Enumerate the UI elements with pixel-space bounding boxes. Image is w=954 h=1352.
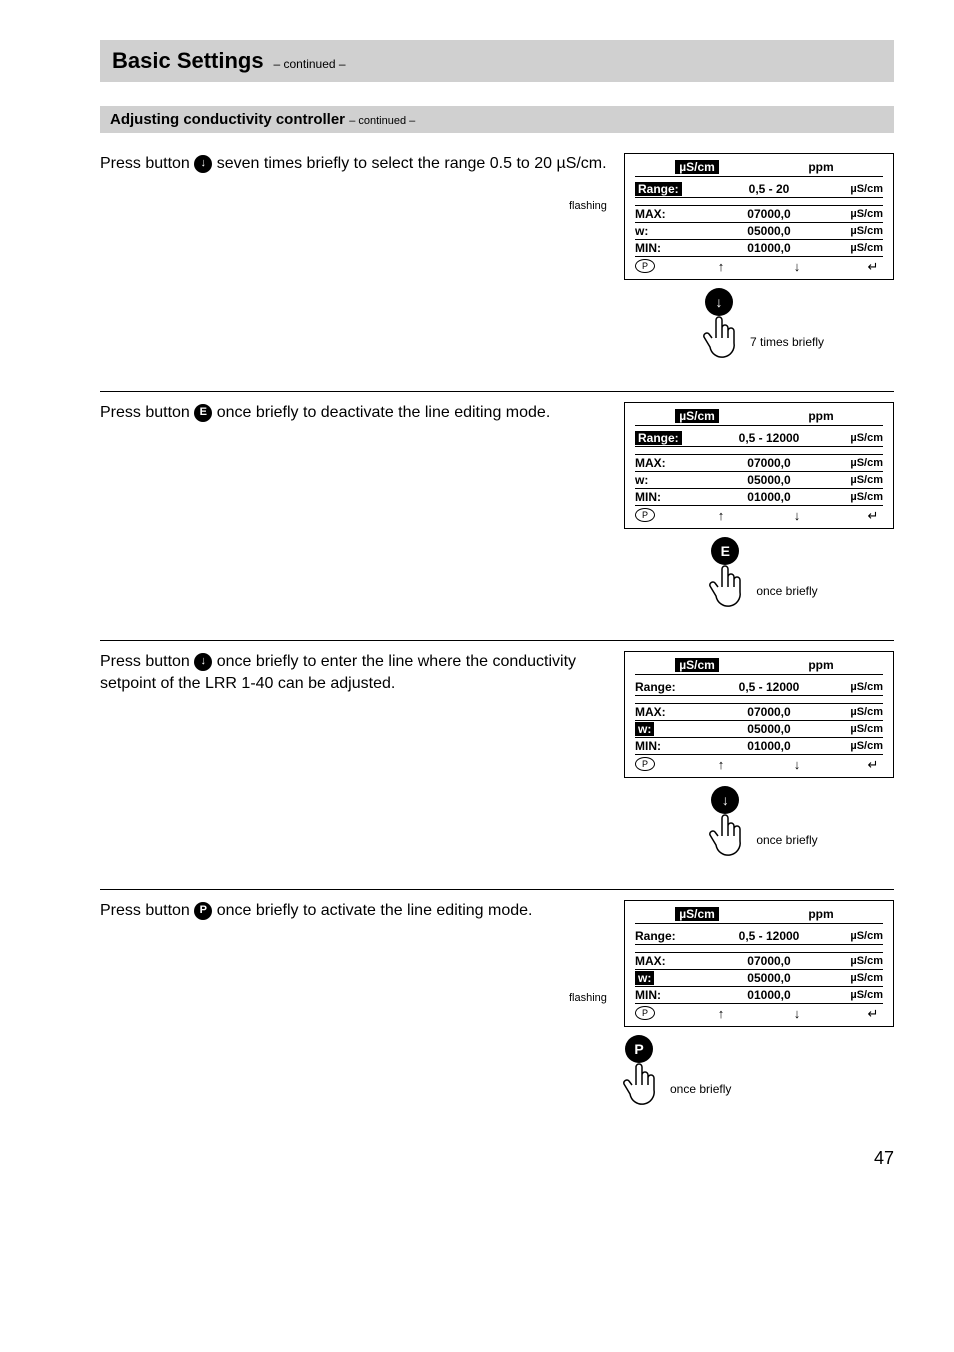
lcd-min-row: MIN: 01000,0 µS/cm bbox=[635, 240, 883, 257]
range-value: 0,5 - 20 bbox=[705, 182, 833, 196]
down-arrow-icon: ↓ bbox=[194, 155, 212, 173]
range-label-hl: Range: bbox=[635, 182, 682, 196]
title-bar: Basic Settings – continued – bbox=[100, 40, 894, 82]
press-gesture: E once briefly bbox=[700, 537, 817, 616]
min-label: MIN: bbox=[635, 241, 705, 255]
lcd-display: µS/cm ppm Range: 0,5 - 12000 µS/cm MAX: … bbox=[624, 402, 894, 529]
press-gesture: ↓ once briefly bbox=[700, 786, 817, 865]
page-title: Basic Settings bbox=[112, 48, 264, 73]
enter-icon: ↵ bbox=[863, 1006, 883, 1022]
hand-icon bbox=[694, 312, 744, 367]
lcd-display: µS/cm ppm Range: 0,5 - 12000 µS/cm MAX: … bbox=[624, 651, 894, 778]
hand-icon bbox=[700, 810, 750, 865]
subtitle-continued: – continued – bbox=[349, 115, 415, 127]
e-button-icon: E bbox=[194, 404, 212, 422]
down-arrow-icon: ↓ bbox=[194, 653, 212, 671]
press-caption: 7 times briefly bbox=[750, 335, 824, 349]
enter-icon: ↵ bbox=[863, 508, 883, 524]
enter-icon: ↵ bbox=[863, 757, 883, 773]
press-caption: once briefly bbox=[756, 584, 817, 598]
right-column: µS/cm ppm Range: 0,5 - 12000 µS/cm MAX: … bbox=[624, 402, 894, 616]
instruction-text: Press button P once briefly to activate … bbox=[100, 900, 624, 922]
lcd-header-row: µS/cm ppm bbox=[635, 160, 883, 177]
page-number: 47 bbox=[100, 1148, 894, 1169]
hand-icon bbox=[614, 1059, 664, 1114]
step-section: Press button ↓ seven times briefly to se… bbox=[100, 143, 894, 391]
hand-icon bbox=[700, 561, 750, 616]
down-arrow-icon: ↓ bbox=[787, 508, 807, 524]
up-arrow-icon: ↑ bbox=[711, 1006, 731, 1022]
p-icon: P bbox=[635, 757, 655, 771]
instruction-text: Press button ↓ seven times briefly to se… bbox=[100, 153, 624, 175]
p-icon: P bbox=[635, 1006, 655, 1020]
sub-header: Adjusting conductivity controller – cont… bbox=[100, 106, 894, 133]
up-arrow-icon: ↑ bbox=[711, 259, 731, 275]
p-button-icon: P bbox=[194, 902, 212, 920]
lcd-max-row: MAX: 07000,0 µS/cm bbox=[635, 206, 883, 223]
right-column: flashing µS/cm ppm Range: 0,5 - 20 µS/cm… bbox=[624, 153, 894, 367]
unit-uscm-hl: µS/cm bbox=[675, 160, 719, 174]
right-column: flashing µS/cm ppm Range: 0,5 - 12000 µS… bbox=[624, 900, 894, 1114]
enter-icon: ↵ bbox=[863, 259, 883, 275]
flashing-label: flashing bbox=[569, 200, 607, 212]
down-arrow-icon: ↓ bbox=[787, 1006, 807, 1022]
up-arrow-icon: ↑ bbox=[711, 508, 731, 524]
w-label: w: bbox=[635, 224, 705, 238]
lcd-icon-row: P ↑ ↓ ↵ bbox=[635, 257, 883, 275]
press-gesture: P once briefly bbox=[614, 1035, 731, 1114]
press-caption: once briefly bbox=[756, 833, 817, 847]
press-caption: once briefly bbox=[670, 1082, 731, 1096]
press-gesture: ↓ 7 times briefly bbox=[694, 288, 824, 367]
range-unit: µS/cm bbox=[833, 183, 883, 195]
max-value: 07000,0 bbox=[705, 207, 833, 221]
flashing-label: flashing bbox=[569, 992, 607, 1004]
subtitle: Adjusting conductivity controller bbox=[110, 111, 345, 128]
instruction-text: Press button E once briefly to deactivat… bbox=[100, 402, 624, 424]
lcd-range-row: Range: 0,5 - 20 µS/cm bbox=[635, 181, 883, 198]
step-section: Press button P once briefly to activate … bbox=[100, 890, 894, 1138]
title-continued: – continued – bbox=[274, 57, 346, 71]
lcd-w-row: w: 05000,0 µS/cm bbox=[635, 223, 883, 240]
lcd-display: µS/cm ppm Range: 0,5 - 20 µS/cm MAX: 070… bbox=[624, 153, 894, 280]
instruction-text: Press button ↓ once briefly to enter the… bbox=[100, 651, 624, 694]
step-section: Press button ↓ once briefly to enter the… bbox=[100, 641, 894, 889]
p-icon: P bbox=[635, 508, 655, 522]
min-value: 01000,0 bbox=[705, 241, 833, 255]
step-section: Press button E once briefly to deactivat… bbox=[100, 392, 894, 640]
w-value: 05000,0 bbox=[705, 224, 833, 238]
max-label: MAX: bbox=[635, 207, 705, 221]
right-column: µS/cm ppm Range: 0,5 - 12000 µS/cm MAX: … bbox=[624, 651, 894, 865]
down-arrow-icon: ↓ bbox=[787, 259, 807, 275]
p-icon: P bbox=[635, 259, 655, 273]
unit-ppm: ppm bbox=[759, 160, 883, 174]
down-arrow-icon: ↓ bbox=[787, 757, 807, 773]
up-arrow-icon: ↑ bbox=[711, 757, 731, 773]
lcd-display: µS/cm ppm Range: 0,5 - 12000 µS/cm MAX: … bbox=[624, 900, 894, 1027]
